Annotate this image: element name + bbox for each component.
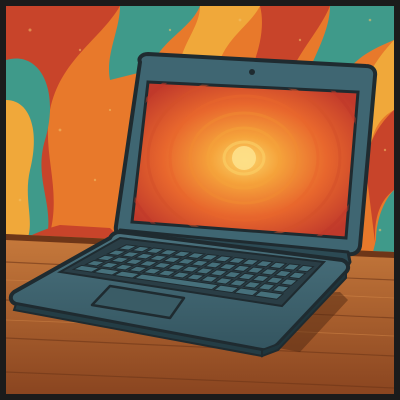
laptop-lid [113,52,378,257]
webcam-icon [249,69,255,75]
laptop-scene [0,0,400,400]
